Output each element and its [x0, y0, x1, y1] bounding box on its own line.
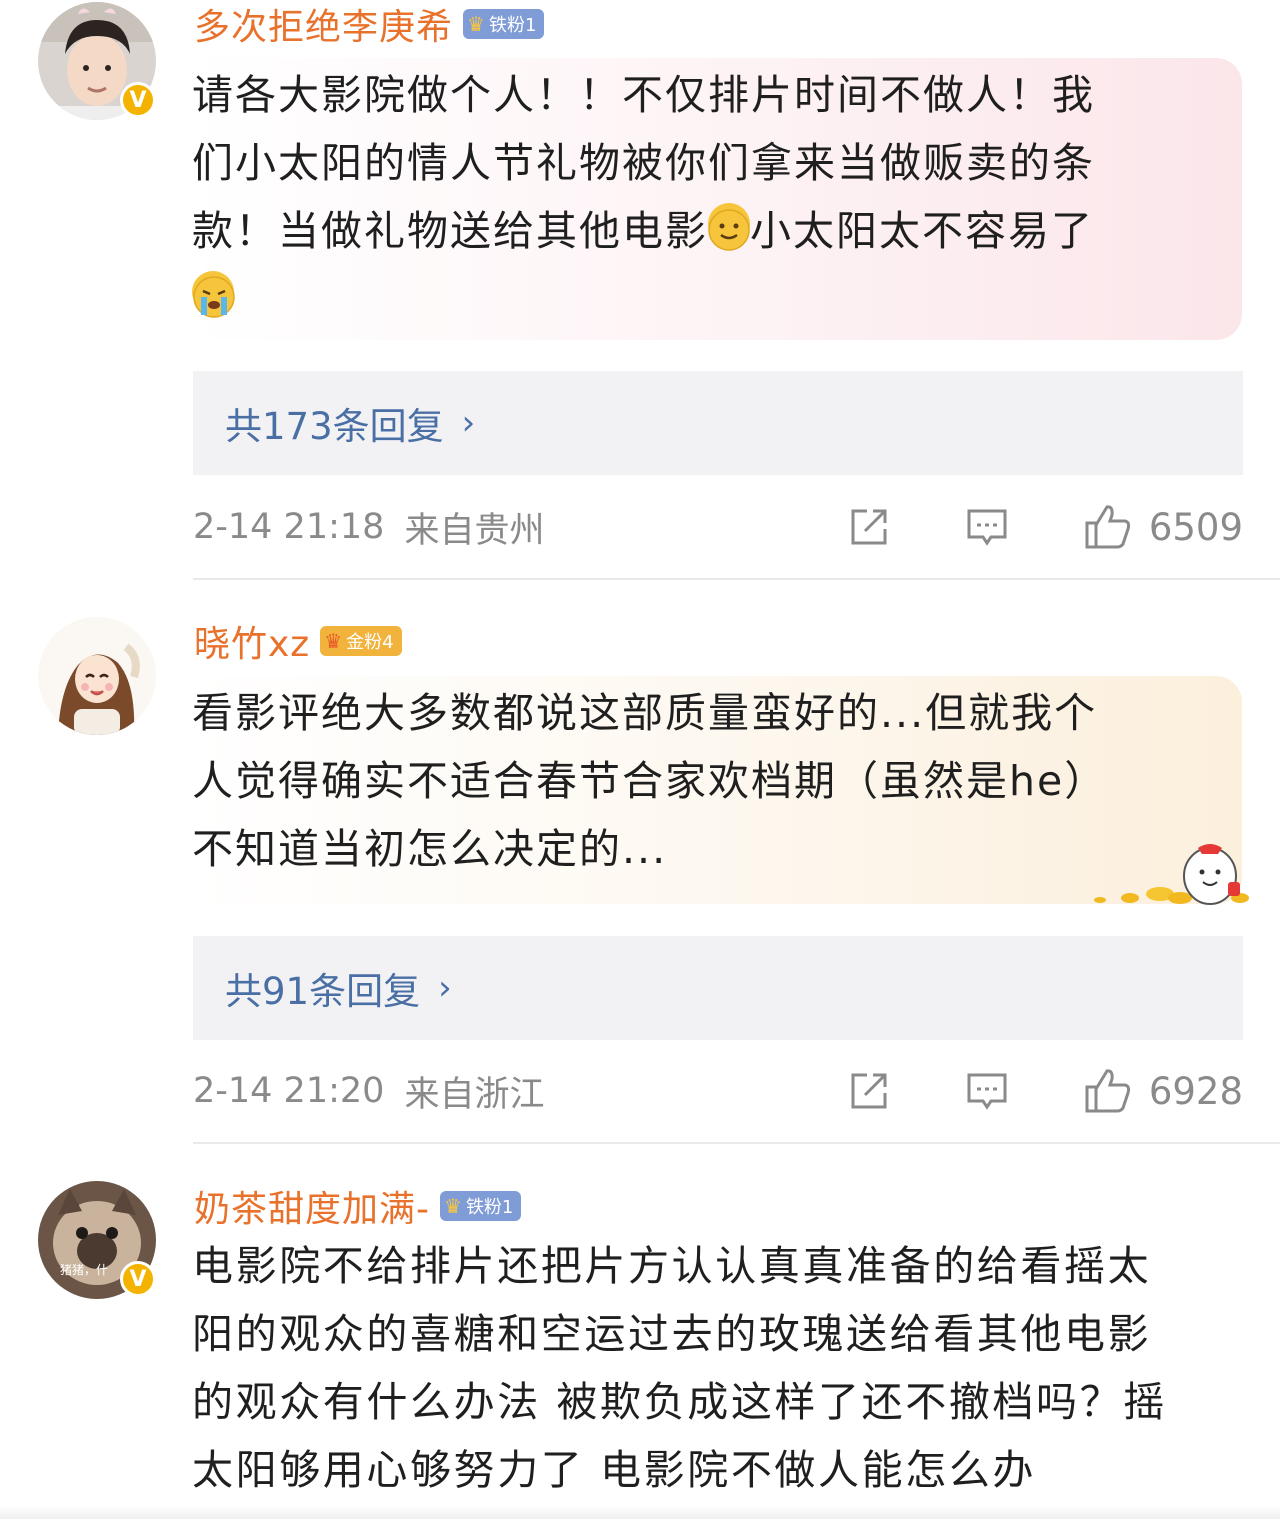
view-replies-link[interactable]: 共173条回复 › [193, 371, 1243, 475]
text-line: 款！当做礼物送给其他电影 小太阳太不容易了 [192, 197, 1242, 265]
comment-bubble: 请各大影院做个人！！不仅排片时间不做人！我 们小太阳的情人节礼物被你们拿来当做贩… [192, 58, 1242, 340]
text-line: 请各大影院做个人！！不仅排片时间不做人！我 [192, 71, 1095, 119]
share-icon[interactable] [847, 505, 891, 549]
verified-v-icon: V [120, 82, 156, 118]
username[interactable]: 奶茶甜度加满- [194, 1180, 430, 1232]
avatar-image [38, 617, 156, 735]
username[interactable]: 多次拒绝李庚希 [194, 0, 453, 50]
comment-icon[interactable] [965, 505, 1009, 549]
view-replies-link[interactable]: 共91条回复 › [193, 936, 1243, 1040]
fan-badge[interactable]: ♛ 铁粉1 [440, 1191, 522, 1221]
divider [193, 1142, 1280, 1144]
replies-label: 共91条回复 [225, 970, 421, 1013]
thumbs-up-icon[interactable] [1083, 1067, 1133, 1115]
crying-emoji-icon [192, 271, 235, 318]
text-line: 的观众有什么办法 被欺负成这样了还不撤档吗？摇 [192, 1378, 1167, 1426]
meta-row: 2-14 21:18 来自贵州 6509 [193, 497, 1243, 557]
text-line: 太阳够用心够努力了 电影院不做人能怎么办 [192, 1446, 1037, 1494]
comment-bubble: 电影院不给排片还把片方认认真真准备的给看摇太 阳的观众的喜糖和空运过去的玫瑰送给… [192, 1232, 1252, 1504]
avatar[interactable] [38, 617, 156, 735]
chevron-right-icon: › [438, 968, 452, 1008]
replies-label: 共173条回复 [225, 405, 444, 448]
name-row: 多次拒绝李庚希 ♛ 铁粉1 [194, 0, 545, 50]
divider [193, 578, 1280, 580]
fan-badge[interactable]: ♛ 金粉4 [320, 626, 402, 656]
text-line: 阳的观众的喜糖和空运过去的玫瑰送给看其他电影 [192, 1310, 1152, 1358]
verified-v-icon: V [120, 1261, 156, 1297]
text-line: 们小太阳的情人节礼物被你们拿来当做贩卖的条 [192, 139, 1095, 187]
text-line: 看影评绝大多数都说这部质量蛮好的...但就我个 [192, 689, 1098, 737]
bottom-edge [0, 1505, 1280, 1519]
avatar-caption: 猪猪，什 [60, 1263, 109, 1277]
action-bar: 6509 [847, 497, 1243, 557]
location: 来自浙江 [404, 1074, 545, 1115]
comment-text[interactable]: 电影院不给排片还把片方认认真真准备的给看摇太 阳的观众的喜糖和空运过去的玫瑰送给… [192, 1232, 1252, 1504]
badge-label: 铁粉1 [465, 1197, 514, 1218]
badge-label: 金粉4 [346, 632, 394, 653]
lucky-mascot-decoration-icon [1094, 844, 1249, 905]
comment-text[interactable]: 请各大影院做个人！！不仅排片时间不做人！我 们小太阳的情人节礼物被你们拿来当做贩… [192, 58, 1242, 333]
like-count: 6509 [1148, 505, 1243, 549]
thumbs-up-icon[interactable] [1083, 503, 1133, 551]
like-count: 6928 [1148, 1069, 1243, 1113]
text-line [192, 265, 1242, 333]
timestamp: 2-14 21:18 [193, 507, 385, 547]
comment-text[interactable]: 看影评绝大多数都说这部质量蛮好的...但就我个 人觉得确实不适合春节合家欢档期（… [192, 676, 1242, 883]
meta-row: 2-14 21:20 来自浙江 6928 [193, 1061, 1243, 1121]
text-line: 电影院不给排片还把片方认认真真准备的给看摇太 [192, 1242, 1152, 1290]
avatar[interactable]: 猪猪，什 V [38, 1181, 156, 1299]
text-line: 人觉得确实不适合春节合家欢档期（虽然是he） [192, 757, 1108, 805]
fan-badge[interactable]: ♛ 铁粉1 [463, 9, 545, 39]
name-row: 晓竹xz ♛ 金粉4 [194, 615, 402, 667]
username[interactable]: 晓竹xz [194, 615, 310, 667]
timestamp: 2-14 21:20 [193, 1071, 385, 1111]
avatar[interactable]: V [38, 2, 156, 120]
action-bar: 6928 [847, 1061, 1243, 1121]
share-icon[interactable] [847, 1069, 891, 1113]
name-row: 奶茶甜度加满- ♛ 铁粉1 [194, 1180, 522, 1232]
chevron-right-icon: › [461, 403, 476, 443]
location: 来自贵州 [404, 510, 545, 551]
comment-bubble: 看影评绝大多数都说这部质量蛮好的...但就我个 人觉得确实不适合春节合家欢档期（… [192, 676, 1249, 905]
badge-label: 铁粉1 [488, 15, 537, 36]
comment-icon[interactable] [965, 1069, 1009, 1113]
crown-icon: ♛ [467, 12, 485, 36]
smile-emoji-icon [708, 203, 750, 251]
crown-icon: ♛ [444, 1194, 462, 1218]
crown-icon: ♛ [324, 629, 343, 653]
text-line: 不知道当初怎么决定的... [192, 825, 668, 873]
